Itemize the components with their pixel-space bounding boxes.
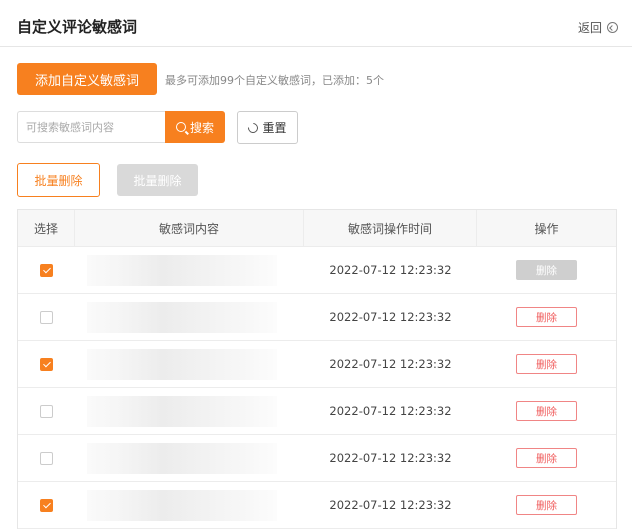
checkbox-icon[interactable] <box>40 310 53 324</box>
action-cell: 删除 <box>477 435 616 481</box>
content-cell <box>75 294 304 340</box>
checkbox-icon[interactable] <box>40 498 53 512</box>
time-cell: 2022-07-12 12:23:32 <box>329 451 452 465</box>
action-cell: 删除 <box>477 482 616 528</box>
content-cell <box>75 388 304 434</box>
select-cell <box>18 341 75 387</box>
select-cell <box>18 482 75 528</box>
time-cell: 2022-07-12 12:23:32 <box>329 357 452 371</box>
back-label: 返回 <box>577 21 602 35</box>
search-button[interactable]: 搜索 <box>165 111 225 143</box>
content-cell <box>75 482 304 528</box>
page-header: 自定义评论敏感词 返回 <box>0 0 632 47</box>
select-cell <box>18 435 75 481</box>
content-cell <box>75 247 304 293</box>
column-header-select: 选择 <box>18 210 75 246</box>
action-cell: 删除 <box>477 294 616 340</box>
time-cell: 2022-07-12 12:23:32 <box>329 263 452 277</box>
action-cell: 删除 <box>477 341 616 387</box>
table-row: 2022-07-12 12:23:32 删除 <box>18 388 616 435</box>
table-row: 2022-07-12 12:23:32 删除 <box>18 435 616 482</box>
add-sensitive-word-button[interactable]: 添加自定义敏感词 <box>17 63 157 95</box>
redacted-content <box>86 301 277 333</box>
delete-button[interactable]: 删除 <box>516 354 577 374</box>
delete-button: 删除 <box>516 260 577 280</box>
search-label: 搜索 <box>189 120 214 135</box>
search-input[interactable] <box>17 111 165 143</box>
select-cell <box>18 294 75 340</box>
delete-button[interactable]: 删除 <box>516 448 577 468</box>
column-header-action: 操作 <box>534 221 559 236</box>
content-cell <box>75 435 304 481</box>
redacted-content <box>86 254 277 286</box>
reset-button[interactable]: 重置 <box>237 111 298 144</box>
table-header: 选择 敏感词内容 敏感词操作时间 操作 <box>18 210 616 247</box>
checkbox-icon[interactable] <box>40 451 53 465</box>
content-cell <box>75 341 304 387</box>
time-cell: 2022-07-12 12:23:32 <box>329 404 452 418</box>
back-button[interactable]: 返回 <box>578 19 618 36</box>
table-row: 2022-07-12 12:23:32 删除 <box>18 247 616 294</box>
time-cell: 2022-07-12 12:23:32 <box>329 310 452 324</box>
batch-delete-disabled-button: 批量删除 <box>117 164 198 196</box>
redacted-content <box>86 442 277 474</box>
checkbox-icon[interactable] <box>40 404 53 418</box>
redacted-content <box>86 395 277 427</box>
time-cell: 2022-07-12 12:23:32 <box>329 498 452 512</box>
table-row: 2022-07-12 12:23:32 删除 <box>18 341 616 388</box>
redacted-content <box>86 348 277 380</box>
batch-delete-button[interactable]: 批量删除 <box>17 163 100 197</box>
limit-note: 最多可添加99个自定义敏感词，已添加：5个 <box>165 74 384 87</box>
action-cell: 删除 <box>477 247 616 293</box>
delete-button[interactable]: 删除 <box>516 495 577 515</box>
action-cell: 删除 <box>477 388 616 434</box>
refresh-icon <box>246 120 261 135</box>
reset-label: 重置 <box>262 121 287 135</box>
sensitive-word-table: 选择 敏感词内容 敏感词操作时间 操作 2022-07-12 12:23:32 删… <box>17 209 617 529</box>
back-circle-icon <box>607 22 618 33</box>
select-cell <box>18 247 75 293</box>
table-row: 2022-07-12 12:23:32 删除 <box>18 482 616 529</box>
column-header-content: 敏感词内容 <box>75 210 304 246</box>
checkbox-icon[interactable] <box>40 357 53 371</box>
select-cell <box>18 388 75 434</box>
delete-button[interactable]: 删除 <box>516 307 577 327</box>
column-header-time: 敏感词操作时间 <box>304 210 477 246</box>
checkbox-icon[interactable] <box>40 263 53 277</box>
page-title: 自定义评论敏感词 <box>17 18 138 36</box>
search-icon <box>175 122 186 132</box>
table-row: 2022-07-12 12:23:32 删除 <box>18 294 616 341</box>
redacted-content <box>86 489 277 521</box>
delete-button[interactable]: 删除 <box>516 401 577 421</box>
